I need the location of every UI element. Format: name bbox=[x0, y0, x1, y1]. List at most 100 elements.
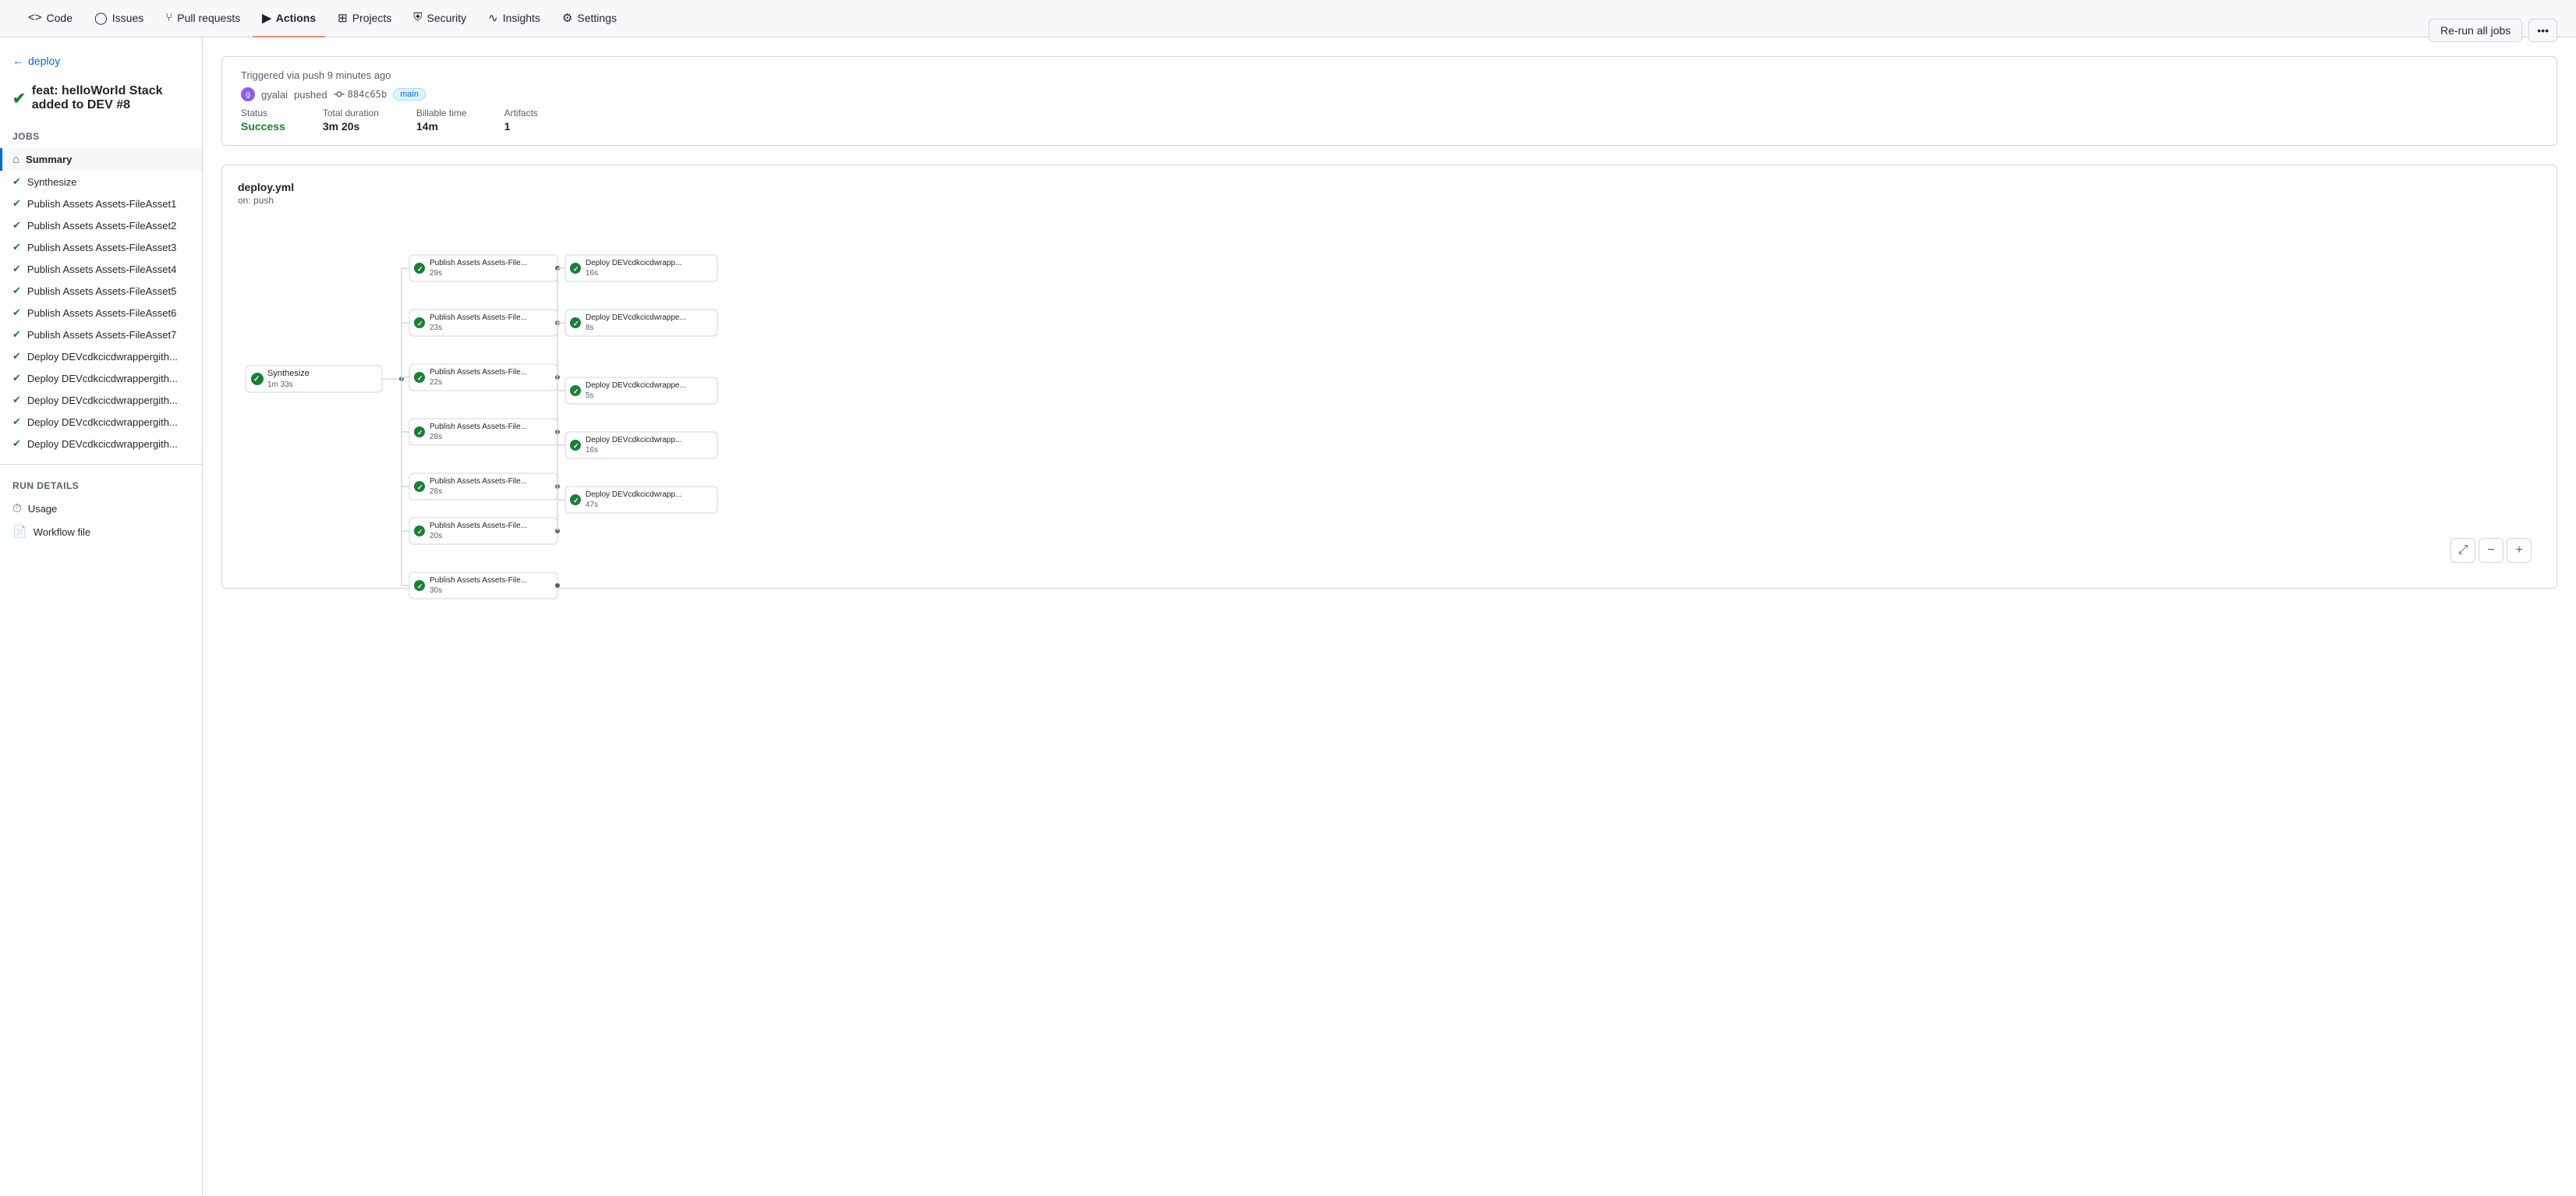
svg-text:Publish Assets Assets-File...: Publish Assets Assets-File... bbox=[430, 368, 527, 377]
svg-text:✓: ✓ bbox=[417, 429, 423, 437]
nav-pull-requests[interactable]: ⑂ Pull requests bbox=[156, 0, 249, 37]
sidebar-item-usage[interactable]: ⏱ Usage bbox=[0, 497, 202, 520]
svg-text:29s: 29s bbox=[430, 269, 442, 278]
nav-insights-label: Insights bbox=[503, 12, 540, 24]
node-synthesize[interactable]: ✓ Synthesize 1m 33s bbox=[246, 366, 382, 392]
job-label-synthesize: Synthesize bbox=[27, 176, 77, 188]
sidebar-item-publish1[interactable]: ✔ Publish Assets Assets-FileAsset1 bbox=[0, 193, 202, 214]
job-label-publish7: Publish Assets Assets-FileAsset7 bbox=[27, 329, 176, 341]
node-publish-3[interactable]: ✓ Publish Assets Assets-File... 22s bbox=[409, 364, 557, 391]
sidebar-item-publish7[interactable]: ✔ Publish Assets Assets-FileAsset7 bbox=[0, 324, 202, 345]
code-icon: <> bbox=[28, 11, 42, 24]
status-label: Status bbox=[241, 108, 285, 119]
svg-text:1m 33s: 1m 33s bbox=[267, 380, 293, 389]
job-label-publish4: Publish Assets Assets-FileAsset4 bbox=[27, 264, 176, 275]
more-options-button[interactable]: ••• bbox=[2528, 37, 2557, 42]
check-icon-publish2: ✔ bbox=[12, 219, 21, 232]
svg-text:✓: ✓ bbox=[417, 320, 423, 327]
node-publish-6[interactable]: ✓ Publish Assets Assets-File... 20s bbox=[409, 518, 557, 544]
workflow-diagram[interactable]: ✓ Synthesize 1m 33s ✓ bbox=[238, 221, 2541, 572]
sidebar-item-summary[interactable]: ⌂ Summary bbox=[0, 148, 202, 171]
trigger-text: Triggered via push 9 minutes ago bbox=[241, 69, 391, 81]
fit-view-button[interactable]: ⤢ bbox=[2450, 538, 2475, 563]
back-link[interactable]: ← deploy bbox=[0, 50, 202, 72]
nav-actions[interactable]: ▶ Actions bbox=[253, 0, 325, 37]
duration-label: Total duration bbox=[323, 108, 379, 119]
sidebar-item-deploy4[interactable]: ✔ Deploy DEVcdkcicdwrappergith... bbox=[0, 411, 202, 433]
nav-pr-label: Pull requests bbox=[177, 12, 240, 24]
sidebar-item-deploy5[interactable]: ✔ Deploy DEVcdkcicdwrappergith... bbox=[0, 433, 202, 455]
svg-text:✓: ✓ bbox=[573, 387, 579, 395]
svg-text:✓: ✓ bbox=[417, 582, 423, 590]
node-deploy-1[interactable]: ✓ Deploy DEVcdkcicdwrapp... 16s bbox=[565, 255, 717, 281]
run-trigger-info: Triggered via push 9 minutes ago bbox=[241, 69, 2538, 81]
node-publish-5[interactable]: ✓ Publish Assets Assets-File... 28s bbox=[409, 473, 557, 500]
actor-avatar: g bbox=[241, 87, 255, 101]
nav-settings[interactable]: ⚙ Settings bbox=[553, 0, 626, 37]
run-info-bar: Triggered via push 9 minutes ago g gyala… bbox=[221, 56, 2557, 146]
sidebar-item-publish6[interactable]: ✔ Publish Assets Assets-FileAsset6 bbox=[0, 302, 202, 324]
svg-text:8s: 8s bbox=[586, 324, 594, 332]
nav-insights[interactable]: ∿ Insights bbox=[479, 0, 550, 37]
security-icon: ⛨ bbox=[413, 11, 422, 24]
commit-hash[interactable]: 884c65b bbox=[348, 89, 387, 100]
svg-text:Publish Assets Assets-File...: Publish Assets Assets-File... bbox=[430, 477, 527, 486]
sidebar-item-deploy2[interactable]: ✔ Deploy DEVcdkcicdwrappergith... bbox=[0, 367, 202, 389]
svg-text:5s: 5s bbox=[586, 391, 594, 400]
sidebar-item-workflow-file[interactable]: 📄 Workflow file bbox=[0, 520, 202, 543]
job-label-deploy1: Deploy DEVcdkcicdwrappergith... bbox=[27, 351, 178, 363]
projects-icon: ⊞ bbox=[338, 11, 348, 25]
branch-badge[interactable]: main bbox=[393, 88, 426, 101]
job-label-publish3: Publish Assets Assets-FileAsset3 bbox=[27, 242, 176, 253]
node-publish-1[interactable]: ✓ Publish Assets Assets-File... 29s bbox=[409, 255, 557, 281]
billable-value: 14m bbox=[416, 120, 467, 133]
nav-security[interactable]: ⛨ Security bbox=[404, 0, 476, 37]
svg-text:✓: ✓ bbox=[417, 265, 423, 273]
svg-text:28s: 28s bbox=[430, 433, 442, 441]
run-actor-info: g gyalai pushed 884c65b main bbox=[241, 87, 2538, 101]
svg-text:Publish Assets Assets-File...: Publish Assets Assets-File... bbox=[430, 313, 527, 322]
sidebar-item-synthesize[interactable]: ✔ Synthesize bbox=[0, 171, 202, 193]
node-publish-7[interactable]: ✓ Publish Assets Assets-File... 30s bbox=[409, 572, 557, 599]
node-deploy-5[interactable]: ✓ Deploy DEVcdkcicdwrapp... 47s bbox=[565, 487, 717, 513]
sidebar-item-publish5[interactable]: ✔ Publish Assets Assets-FileAsset5 bbox=[0, 280, 202, 302]
node-deploy-2[interactable]: ✓ Deploy DEVcdkcicdwrappe... 8s bbox=[565, 310, 717, 336]
clock-icon: ⏱ bbox=[12, 502, 22, 515]
sidebar-item-publish2[interactable]: ✔ Publish Assets Assets-FileAsset2 bbox=[0, 214, 202, 236]
nav-issues-label: Issues bbox=[112, 12, 143, 24]
node-publish-4[interactable]: ✓ Publish Assets Assets-File... 28s bbox=[409, 419, 557, 445]
sidebar-item-publish3[interactable]: ✔ Publish Assets Assets-FileAsset3 bbox=[0, 236, 202, 258]
svg-text:✓: ✓ bbox=[573, 442, 579, 450]
pr-icon: ⑂ bbox=[165, 11, 172, 24]
node-deploy-3[interactable]: ✓ Deploy DEVcdkcicdwrappe... 5s bbox=[565, 377, 717, 404]
check-icon-deploy3: ✔ bbox=[12, 394, 21, 406]
zoom-in-button[interactable]: + bbox=[2507, 538, 2532, 563]
top-nav: <> Code ◯ Issues ⑂ Pull requests ▶ Actio… bbox=[0, 0, 2576, 37]
svg-text:Deploy DEVcdkcicdwrapp...: Deploy DEVcdkcicdwrapp... bbox=[586, 259, 681, 267]
back-label: deploy bbox=[28, 55, 60, 67]
sidebar-item-deploy1[interactable]: ✔ Deploy DEVcdkcicdwrappergith... bbox=[0, 345, 202, 367]
check-icon-publish5: ✔ bbox=[12, 285, 21, 297]
check-icon-deploy5: ✔ bbox=[12, 437, 21, 450]
zoom-out-button[interactable]: − bbox=[2479, 538, 2503, 563]
billable-label: Billable time bbox=[416, 108, 467, 119]
run-actions-area: Re-run all jobs ••• bbox=[2429, 37, 2557, 42]
sidebar-item-deploy3[interactable]: ✔ Deploy DEVcdkcicdwrappergith... bbox=[0, 389, 202, 411]
commit-icon bbox=[334, 89, 345, 100]
nav-projects[interactable]: ⊞ Projects bbox=[328, 0, 401, 37]
job-label-publish5: Publish Assets Assets-FileAsset5 bbox=[27, 285, 176, 297]
node-deploy-4[interactable]: ✓ Deploy DEVcdkcicdwrapp... 16s bbox=[565, 432, 717, 458]
sidebar-item-publish4[interactable]: ✔ Publish Assets Assets-FileAsset4 bbox=[0, 258, 202, 280]
actor-name: gyalai bbox=[261, 89, 288, 101]
rerun-button[interactable]: Re-run all jobs bbox=[2429, 37, 2522, 42]
node-publish-2[interactable]: ✓ Publish Assets Assets-File... 23s bbox=[409, 310, 557, 336]
nav-issues[interactable]: ◯ Issues bbox=[85, 0, 153, 37]
svg-text:16s: 16s bbox=[586, 269, 598, 278]
duration-value: 3m 20s bbox=[323, 120, 379, 133]
job-label-publish1: Publish Assets Assets-FileAsset1 bbox=[27, 198, 176, 210]
run-title: ✔ feat: helloWorld Stack added to DEV #8 bbox=[0, 78, 202, 125]
svg-text:Publish Assets Assets-File...: Publish Assets Assets-File... bbox=[430, 259, 527, 267]
svg-text:Publish Assets Assets-File...: Publish Assets Assets-File... bbox=[430, 522, 527, 530]
nav-code[interactable]: <> Code bbox=[19, 0, 82, 37]
nav-settings-label: Settings bbox=[577, 12, 617, 24]
